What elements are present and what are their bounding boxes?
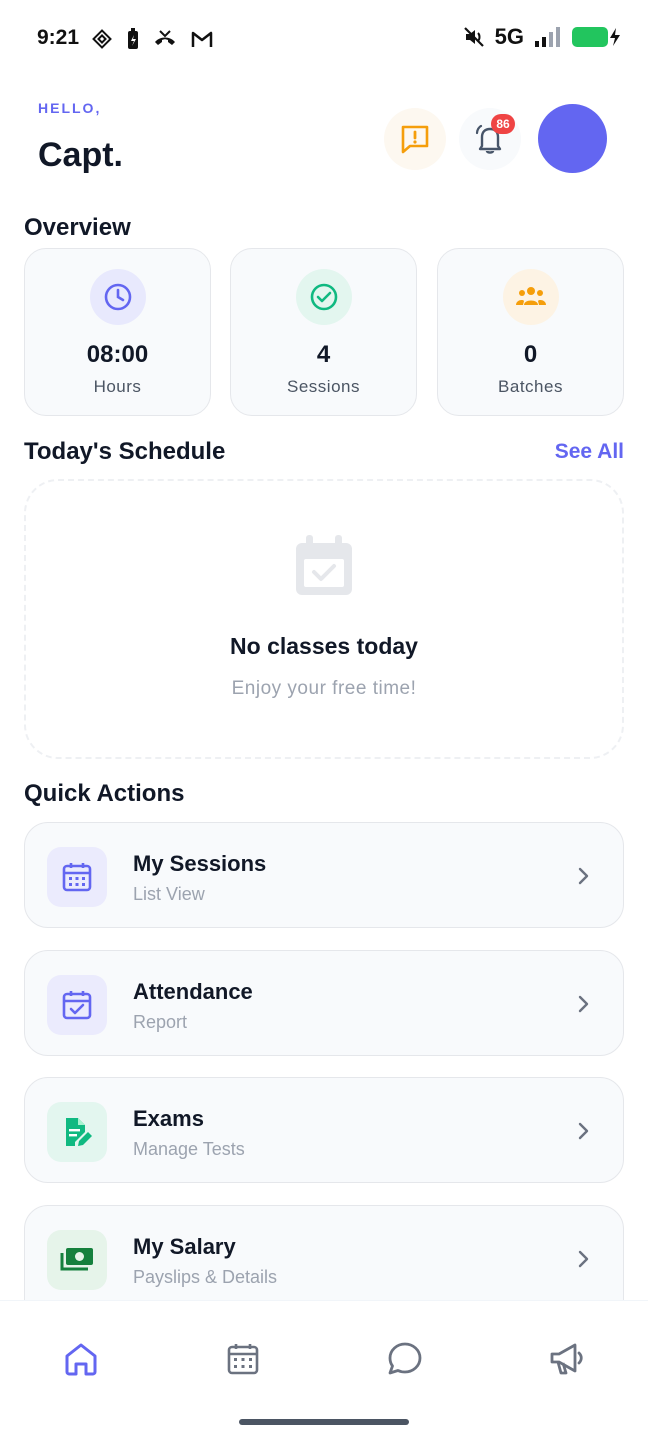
action-icon-wrap bbox=[47, 1230, 107, 1290]
greeting-label: HELLO, bbox=[38, 100, 102, 116]
overview-title: Overview bbox=[24, 214, 131, 241]
action-my-sessions[interactable]: My Sessions List View bbox=[24, 822, 624, 928]
document-edit-icon bbox=[66, 1118, 92, 1146]
action-title: My Sessions bbox=[133, 851, 267, 876]
empty-subtitle: Enjoy your free time! bbox=[231, 678, 417, 699]
stat-icon-wrap bbox=[295, 269, 352, 325]
status-bar: 9:21 5G bbox=[0, 0, 648, 76]
user-name: Capt. bbox=[38, 136, 123, 174]
calendar-check-icon bbox=[296, 535, 352, 595]
chevron-right-icon bbox=[578, 1122, 589, 1140]
notifications-button[interactable]: 86 bbox=[459, 108, 521, 170]
action-attendance[interactable]: Attendance Report bbox=[24, 950, 624, 1056]
network-type: 5G bbox=[494, 24, 524, 49]
action-title: My Salary bbox=[133, 1234, 236, 1259]
battery-saver-icon bbox=[128, 28, 138, 49]
status-system-icons: 5G bbox=[463, 24, 620, 50]
home-icon bbox=[65, 1343, 97, 1376]
stat-label: Hours bbox=[93, 377, 142, 396]
gmail-icon bbox=[191, 31, 213, 47]
chevron-right-icon bbox=[578, 867, 589, 885]
stat-icon-wrap bbox=[502, 269, 559, 325]
feedback-icon bbox=[401, 125, 429, 154]
group-icon bbox=[515, 287, 546, 305]
calendar-grid-icon bbox=[62, 863, 92, 892]
stat-value: 08:00 bbox=[86, 341, 149, 368]
action-subtitle: Report bbox=[133, 1012, 188, 1032]
action-title: Exams bbox=[133, 1106, 204, 1131]
calendar-check-icon bbox=[62, 991, 92, 1020]
check-circle-icon bbox=[310, 283, 337, 311]
stat-card-batches[interactable]: 0 Batches bbox=[437, 248, 624, 416]
app-notification-icon bbox=[92, 29, 112, 49]
status-notification-icons bbox=[90, 27, 214, 51]
feedback-button[interactable] bbox=[384, 108, 446, 170]
action-subtitle: Manage Tests bbox=[133, 1139, 245, 1159]
nav-chat[interactable] bbox=[383, 1337, 427, 1381]
stat-icon-wrap bbox=[89, 269, 146, 325]
stat-card-sessions[interactable]: 4 Sessions bbox=[230, 248, 417, 416]
empty-schedule: No classes today Enjoy your free time! bbox=[24, 479, 624, 759]
nav-announcements[interactable] bbox=[545, 1337, 589, 1381]
bottom-nav bbox=[0, 1300, 648, 1440]
empty-title: No classes today bbox=[230, 633, 418, 659]
signal-icon bbox=[535, 27, 560, 47]
battery-icon bbox=[572, 27, 620, 47]
chevron-right-icon bbox=[578, 1250, 589, 1268]
charging-icon bbox=[610, 28, 620, 46]
clock-icon bbox=[104, 283, 131, 311]
action-icon-wrap bbox=[47, 1102, 107, 1162]
stat-card-hours[interactable]: 08:00 Hours bbox=[24, 248, 211, 416]
calendar-icon bbox=[227, 1344, 259, 1375]
action-exams[interactable]: Exams Manage Tests bbox=[24, 1077, 624, 1183]
stat-value: 4 bbox=[316, 341, 331, 368]
schedule-title: Today's Schedule bbox=[24, 438, 226, 465]
stat-label: Batches bbox=[498, 377, 563, 396]
megaphone-icon bbox=[550, 1343, 583, 1375]
stat-label: Sessions bbox=[287, 377, 360, 396]
status-time: 9:21 bbox=[37, 26, 80, 49]
missed-call-icon bbox=[155, 30, 175, 45]
stat-value: 0 bbox=[523, 341, 538, 368]
chat-icon bbox=[388, 1342, 422, 1375]
action-icon-wrap bbox=[47, 847, 107, 907]
avatar[interactable] bbox=[538, 104, 607, 173]
nav-home[interactable] bbox=[59, 1337, 103, 1381]
home-indicator[interactable] bbox=[239, 1419, 409, 1425]
action-subtitle: Payslips & Details bbox=[133, 1267, 278, 1287]
action-subtitle: List View bbox=[133, 884, 205, 904]
see-all-link[interactable]: See All bbox=[555, 440, 624, 464]
nav-calendar[interactable] bbox=[221, 1337, 265, 1381]
money-icon bbox=[60, 1248, 93, 1271]
mute-icon bbox=[463, 27, 484, 47]
quick-actions-title: Quick Actions bbox=[24, 780, 185, 807]
action-title: Attendance bbox=[133, 979, 253, 1004]
notification-badge: 86 bbox=[491, 114, 515, 134]
action-icon-wrap bbox=[47, 975, 107, 1035]
chevron-right-icon bbox=[578, 995, 589, 1013]
